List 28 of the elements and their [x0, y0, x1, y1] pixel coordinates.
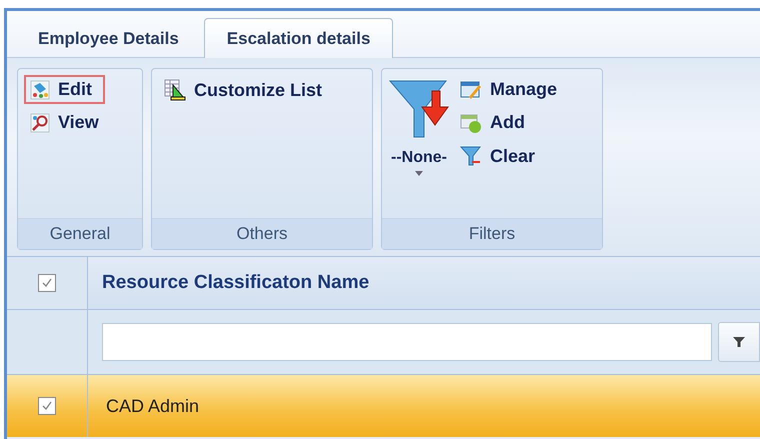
funnel-icon [460, 145, 482, 167]
magnifier-icon [30, 112, 50, 132]
group-label: General [18, 218, 142, 249]
filter-button[interactable] [718, 322, 760, 362]
ribbon-button[interactable]: Clear [454, 141, 564, 171]
window-pencil-icon [460, 80, 482, 100]
grid-row[interactable]: CAD Admin [7, 375, 760, 437]
filter-dropdown[interactable]: --None- [388, 75, 450, 212]
tab[interactable]: Escalation details [204, 18, 394, 58]
ribbon-button[interactable]: Manage [454, 75, 564, 104]
table-ruler-icon [164, 79, 186, 101]
checkmark-icon [41, 277, 53, 289]
tab[interactable]: Employee Details [15, 18, 202, 58]
ribbon-button[interactable]: View [24, 108, 105, 137]
caret-icon [415, 171, 423, 176]
table-add-icon [460, 112, 482, 132]
group-label: Others [152, 218, 372, 249]
ribbon-button[interactable]: Customize List [158, 75, 328, 105]
ribbon-button[interactable]: Add [454, 108, 564, 137]
checkmark-icon [41, 400, 53, 412]
table-cell-text: CAD Admin [105, 394, 200, 418]
group-label: Filters [382, 218, 602, 249]
edit-icon [30, 80, 50, 100]
checkbox[interactable] [38, 397, 56, 415]
funnel-icon [733, 336, 745, 348]
filter-input[interactable] [102, 323, 712, 361]
ribbon-button[interactable]: Edit [24, 75, 105, 104]
checkbox[interactable] [38, 274, 56, 292]
